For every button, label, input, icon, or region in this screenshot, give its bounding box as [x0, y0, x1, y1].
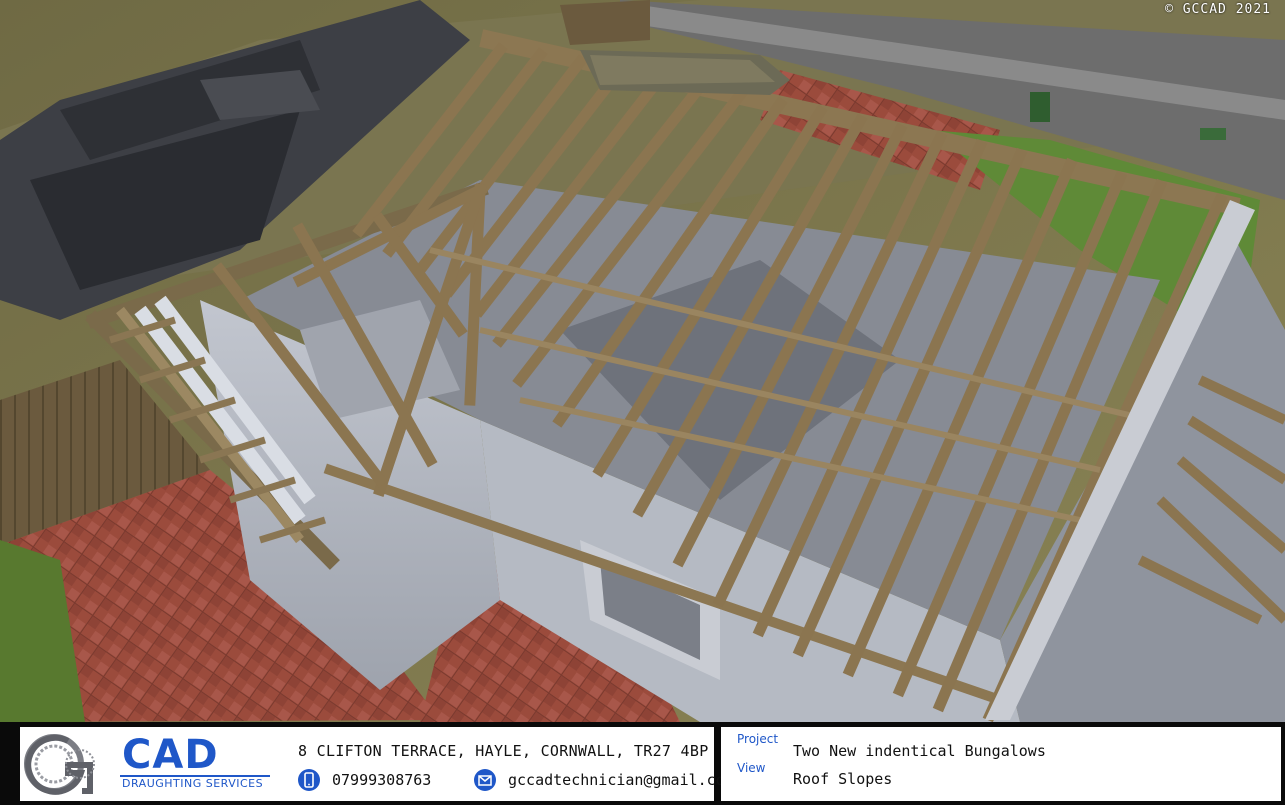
project-value: Two New indentical Bungalows	[793, 742, 1046, 760]
view-value: Roof Slopes	[793, 770, 893, 788]
title-block: CAD DRAUGHTING SERVICES 8 CLIFTON TERRAC…	[0, 722, 1285, 805]
email-contact: gccadtechnician@gmail.com	[474, 768, 734, 792]
roof-truss-render	[0, 0, 1285, 722]
copyright-notice: © GCCAD 2021	[1165, 2, 1271, 17]
phone-icon	[298, 769, 320, 791]
project-panel: Project Two New indentical Bungalows Vie…	[721, 727, 1281, 801]
company-panel: CAD DRAUGHTING SERVICES 8 CLIFTON TERRAC…	[20, 727, 734, 801]
email-address[interactable]: gccadtechnician@gmail.com	[508, 771, 734, 789]
logo-wordmark: CAD	[122, 732, 219, 778]
company-address: 8 CLIFTON TERRACE, HAYLE, CORNWALL, TR27…	[298, 742, 709, 760]
logo-subtitle: DRAUGHTING SERVICES	[122, 777, 264, 790]
company-logo: CAD DRAUGHTING SERVICES	[24, 731, 274, 797]
project-label: Project	[737, 732, 779, 746]
phone-contact: 07999308763	[298, 768, 431, 792]
view-label: View	[737, 761, 766, 775]
drawing-sheet: © GCCAD 2021 CAD DRAUGHTING SERVICES 8 C…	[0, 0, 1285, 805]
email-icon	[474, 769, 496, 791]
phone-number[interactable]: 07999308763	[332, 771, 431, 789]
gc-emblem-icon	[24, 734, 95, 795]
